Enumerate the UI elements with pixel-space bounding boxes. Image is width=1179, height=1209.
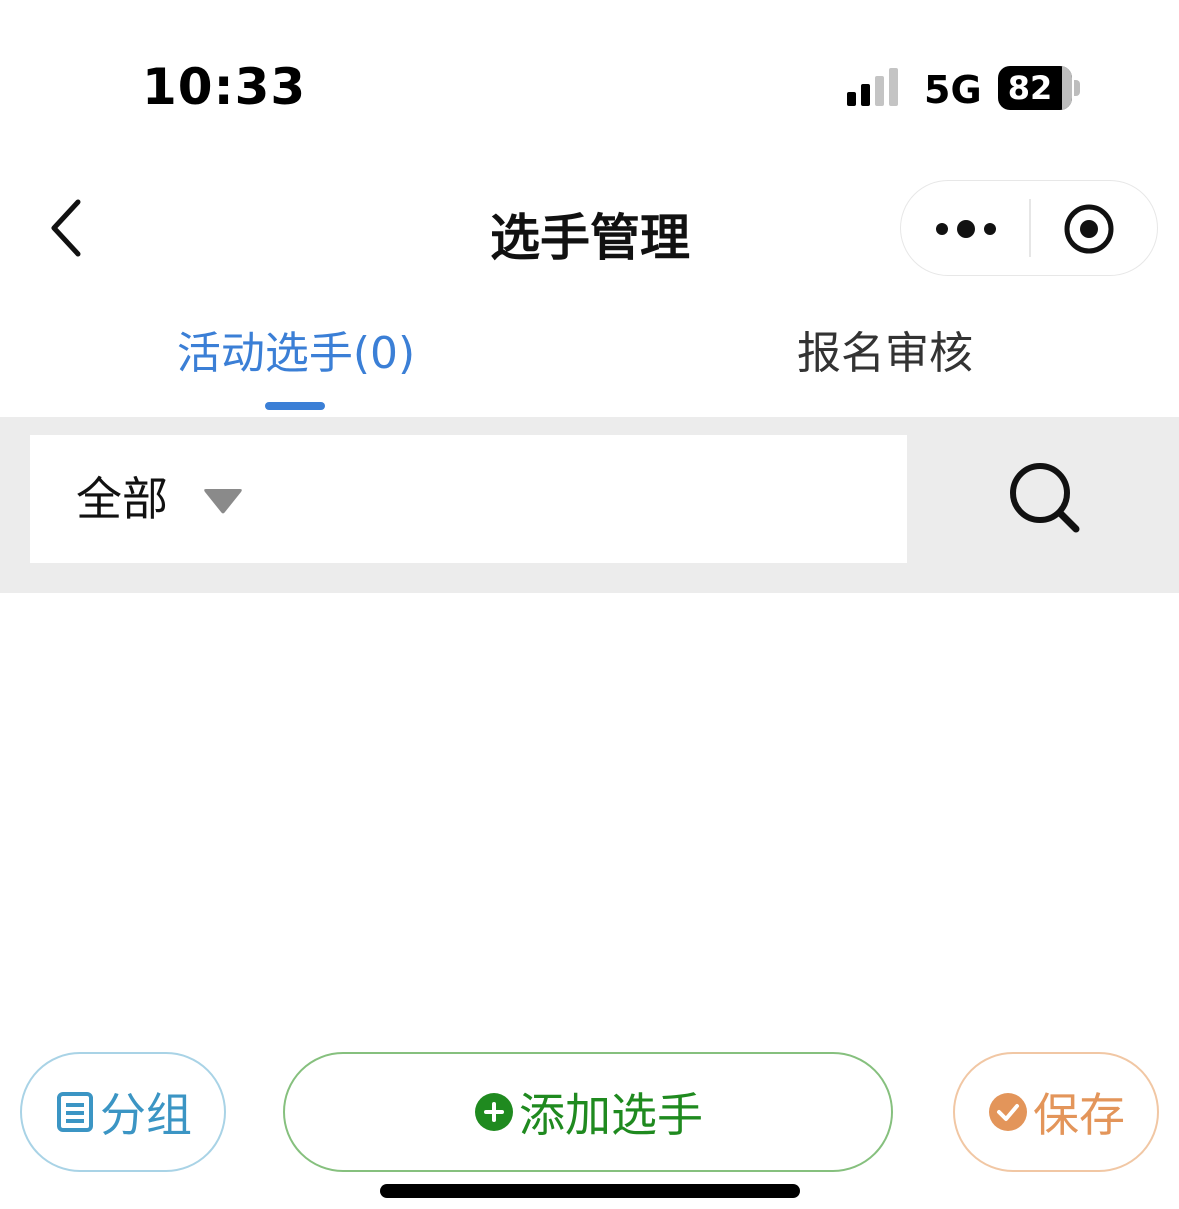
tab-active-players[interactable]: 活动选手(0) bbox=[176, 326, 416, 382]
triangle-down-icon bbox=[204, 489, 242, 514]
status-time: 10:33 bbox=[142, 58, 307, 116]
screen: 10:33 5G 82 选手管理 活动选手(0) 报名审核 全部 分组 添加选手… bbox=[0, 0, 1179, 1209]
tab-indicator bbox=[265, 402, 325, 410]
tab-registration-review[interactable]: 报名审核 bbox=[790, 326, 980, 382]
back-button[interactable] bbox=[40, 196, 96, 260]
check-circle-icon bbox=[989, 1093, 1027, 1131]
group-button[interactable]: 分组 bbox=[20, 1052, 226, 1172]
group-button-label: 分组 bbox=[100, 1088, 192, 1142]
filter-bar: 全部 bbox=[0, 417, 1179, 593]
add-player-button[interactable]: 添加选手 bbox=[283, 1052, 893, 1172]
group-filter-select[interactable]: 全部 bbox=[30, 435, 907, 563]
capsule-divider bbox=[1029, 199, 1031, 257]
home-indicator[interactable] bbox=[380, 1184, 800, 1198]
chevron-left-icon bbox=[51, 199, 81, 257]
battery-level: 82 bbox=[1007, 69, 1053, 107]
page-title: 选手管理 bbox=[490, 209, 690, 267]
mini-program-capsule bbox=[900, 180, 1158, 276]
target-circle-icon[interactable] bbox=[1061, 201, 1117, 257]
add-player-label: 添加选手 bbox=[519, 1088, 703, 1142]
search-icon[interactable] bbox=[1004, 457, 1084, 537]
cellular-signal-icon bbox=[847, 68, 898, 106]
list-doc-icon bbox=[57, 1092, 93, 1132]
battery-icon: 82 bbox=[998, 66, 1072, 110]
save-button[interactable]: 保存 bbox=[953, 1052, 1159, 1172]
network-type: 5G bbox=[924, 68, 982, 112]
plus-circle-icon bbox=[475, 1093, 513, 1131]
save-button-label: 保存 bbox=[1033, 1088, 1125, 1142]
filter-selected-value: 全部 bbox=[76, 472, 168, 526]
battery-indicator: 82 bbox=[998, 66, 1082, 110]
more-dots-icon[interactable] bbox=[931, 207, 1001, 251]
